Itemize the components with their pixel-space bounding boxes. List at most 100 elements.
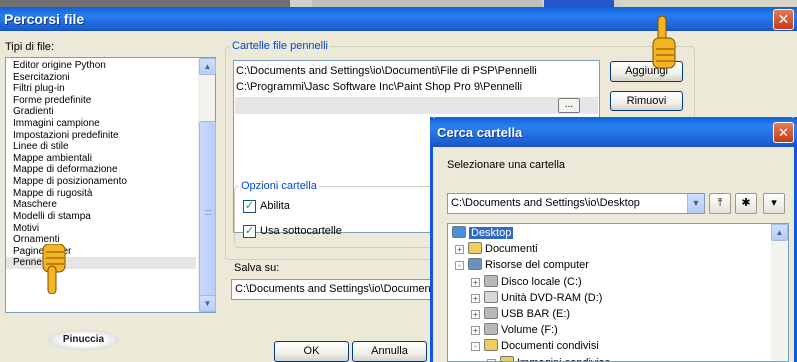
list-item[interactable]: Esercitazioni [6, 72, 196, 84]
expand-icon[interactable]: + [471, 277, 480, 287]
scroll-down-button[interactable]: ▼ [199, 295, 216, 312]
expand-icon[interactable]: + [471, 310, 480, 319]
pointing-hand-icon [652, 16, 676, 69]
dialog-title: Cerca cartella [437, 125, 523, 140]
view-menu-button[interactable]: ▾ [763, 193, 785, 214]
tree-node-label: Documenti [485, 243, 538, 256]
scroll-up-button[interactable]: ▲ [199, 58, 216, 75]
desktop-icon [452, 226, 466, 238]
tree-node-label: Desktop [469, 227, 514, 239]
computer-icon [468, 258, 482, 271]
chevron-down-icon[interactable]: ▼ [687, 194, 704, 213]
grip-icon [205, 210, 211, 215]
list-item[interactable]: Mappe di posizionamento [6, 176, 196, 188]
chevron-down-icon: ▼ [203, 299, 212, 308]
brush-folder-path-1[interactable]: C:\Documents and Settings\io\Documenti\F… [236, 65, 537, 77]
list-item[interactable]: Pagine mixer [6, 246, 196, 258]
close-icon: ✕ [777, 11, 790, 27]
dialog-titlebar: Cerca cartella ✕ [430, 117, 797, 147]
tree-node[interactable]: Desktop [452, 225, 514, 241]
scroll-up-button[interactable]: ▲ [771, 224, 788, 241]
list-item[interactable]: Pennelli [6, 257, 196, 269]
list-item[interactable]: Maschere [6, 199, 196, 211]
tree-scrollbar[interactable]: ▲ [771, 224, 788, 361]
folder-icon [484, 339, 498, 352]
window-close-button[interactable]: ✕ [773, 9, 794, 30]
folder-combo[interactable]: C:\Documents and Settings\io\Desktop ▼ [447, 193, 705, 214]
dialog-close-button[interactable]: ✕ [773, 122, 794, 143]
chevron-up-icon: ▲ [775, 228, 784, 237]
list-item[interactable]: Motivi [6, 223, 196, 235]
chevron-up-icon: ▲ [203, 62, 212, 71]
browse-folder-button[interactable]: ... [558, 98, 580, 113]
list-item[interactable]: Impostazioni predefinite [6, 130, 196, 142]
tree-node-label: Immagini condivise [517, 357, 611, 361]
tree-node-label: Volume (F:) [501, 324, 558, 337]
ok-button[interactable]: OK [274, 341, 349, 362]
file-types-items: Editor origine Python Esercitazioni Filtri… [6, 58, 196, 269]
folder-icon [468, 242, 482, 255]
tree-node-label: USB BAR (E:) [501, 308, 571, 320]
tree-node[interactable]: Volume (F:) [484, 322, 558, 338]
collapse-icon[interactable]: - [455, 261, 464, 271]
dialog-prompt: Selezionare una cartella [447, 159, 566, 171]
collapse-icon[interactable]: - [471, 342, 480, 352]
remove-folder-button[interactable]: Rimuovi [610, 91, 683, 111]
path-edit-row[interactable] [235, 97, 598, 114]
tree-node[interactable]: Disco locale (C:) [484, 274, 582, 290]
brush-folders-legend: Cartelle file pennelli [232, 40, 328, 52]
tree-node[interactable]: USB BAR (E:) [484, 306, 570, 322]
list-item[interactable]: Linee di stile [6, 141, 196, 153]
list-item[interactable]: Mappe di rugosità [6, 188, 196, 200]
browse-folder-dialog: Cerca cartella ✕ Selezionare una cartell… [430, 117, 797, 362]
drive-icon [484, 323, 498, 336]
tree-node[interactable]: Documenti condivisi [484, 338, 599, 354]
subfolders-label: Usa sottocartelle [260, 225, 342, 237]
folder-combo-value: C:\Documents and Settings\io\Desktop [451, 197, 640, 209]
list-item[interactable]: Mappe ambientali [6, 153, 196, 165]
expand-icon[interactable]: + [471, 293, 480, 303]
pinuccia-logo: Pinuccia [48, 330, 119, 350]
file-types-list[interactable]: Editor origine Python Esercitazioni Filtri… [5, 57, 216, 313]
folder-up-button[interactable]: ⤒ [709, 193, 731, 214]
drive-icon [484, 274, 498, 287]
drive-icon [484, 307, 498, 319]
list-item[interactable]: Immagini campione [6, 118, 196, 130]
list-item[interactable]: Mappe di deformazione [6, 164, 196, 176]
pointing-hand-icon [42, 244, 66, 294]
tree-node[interactable]: Documenti [468, 241, 538, 257]
folder-up-icon: ⤒ [717, 197, 723, 209]
checkmark-icon: ✓ [244, 225, 255, 237]
brush-folder-path-2[interactable]: C:\Programmi\Jasc Software Inc\Paint Sho… [236, 81, 522, 93]
tree-node-label: Disco locale (C:) [501, 275, 582, 288]
save-to-field[interactable]: C:\Documents and Settings\io\Document [231, 279, 436, 300]
list-item[interactable]: Modelli di stampa [6, 211, 196, 223]
background-window-strip [0, 0, 797, 7]
list-item[interactable]: Forme predefinite [6, 95, 196, 107]
tree-node-label: Risorse del computer [485, 259, 589, 272]
tree-node[interactable]: Immagini condivise [500, 355, 611, 361]
list-item[interactable]: Gradienti [6, 106, 196, 118]
list-item[interactable]: Ornamenti [6, 234, 196, 246]
cancel-button[interactable]: Annulla [352, 341, 427, 362]
expand-icon[interactable]: + [455, 245, 464, 255]
file-types-label: Tipi di file: [5, 41, 55, 53]
enable-label: Abilita [260, 200, 290, 212]
tree-node[interactable]: Unità DVD-RAM (D:) [484, 290, 602, 306]
tree-node-label: Unità DVD-RAM (D:) [501, 291, 603, 304]
tree-node[interactable]: Risorse del computer [468, 257, 589, 273]
expand-icon[interactable]: + [487, 358, 496, 361]
scroll-thumb[interactable] [199, 121, 216, 309]
folder-icon [500, 355, 514, 361]
subfolders-checkbox[interactable]: ✓ [243, 225, 256, 238]
file-types-scrollbar[interactable]: ▲ ▼ [198, 58, 216, 312]
new-folder-button[interactable]: ✱ [735, 193, 757, 214]
list-item[interactable]: Filtri plug-in [6, 83, 196, 95]
list-item[interactable]: Editor origine Python [6, 60, 196, 72]
folder-tree[interactable]: ▲ Desktop + Documenti - Risorse del computer… [447, 223, 789, 362]
tree-node-label: Documenti condivisi [501, 340, 599, 353]
folder-options-group: Opzioni cartella [234, 180, 434, 248]
close-icon: ✕ [778, 125, 789, 140]
expand-icon[interactable]: + [471, 326, 480, 336]
enable-checkbox[interactable]: ✓ [243, 200, 256, 213]
